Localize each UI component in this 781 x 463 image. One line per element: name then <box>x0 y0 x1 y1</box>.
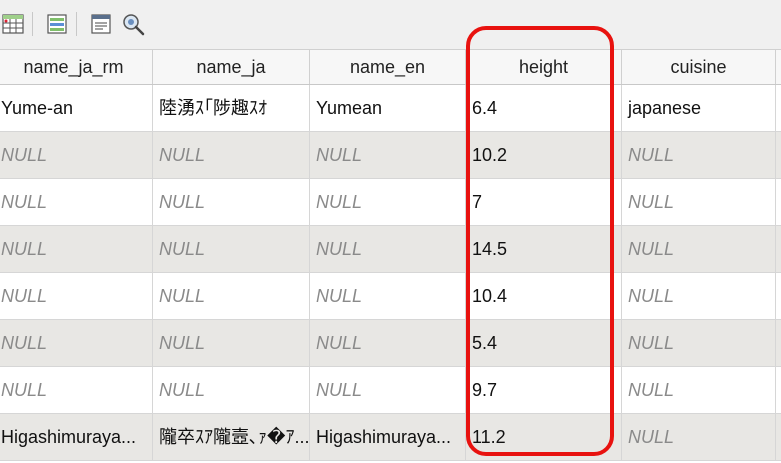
table-cell-partial[interactable] <box>776 273 781 320</box>
table-cell-height[interactable]: 14.5 <box>466 226 622 273</box>
conditional-format-button[interactable] <box>44 10 70 38</box>
table-cell-name-ja[interactable]: NULL <box>153 179 310 226</box>
table-cell-name-ja-rm[interactable]: NULL <box>0 132 153 179</box>
table-cell-partial[interactable] <box>776 414 781 461</box>
toolbar <box>0 0 781 49</box>
table-cell-cuisine[interactable]: NULL <box>622 367 776 414</box>
table-cell-name-ja[interactable]: NULL <box>153 273 310 320</box>
table-cell-name-en[interactable]: NULL <box>310 320 466 367</box>
field-calculator-icon <box>2 14 24 34</box>
form-view-icon <box>91 14 111 34</box>
table-cell-partial[interactable] <box>776 179 781 226</box>
table-cell-height[interactable]: 10.4 <box>466 273 622 320</box>
attribute-table: name_ja_rm name_ja name_en height cuisin… <box>0 49 781 461</box>
table-cell-height[interactable]: 6.4 <box>466 85 622 132</box>
column-header-name-en[interactable]: name_en <box>310 50 466 84</box>
column-header-name-ja-rm[interactable]: name_ja_rm <box>0 50 153 84</box>
table-cell-name-ja-rm[interactable]: NULL <box>0 226 153 273</box>
table-row[interactable]: NULL NULL NULL 10.2 NULL <box>0 132 781 179</box>
table-cell-partial[interactable] <box>776 320 781 367</box>
table-row[interactable]: Higashimuraya... 隴卒ｽｱ隴壼､ｧ�ｱ... Higashimura… <box>0 414 781 461</box>
table-cell-name-en[interactable]: Higashimuraya... <box>310 414 466 461</box>
table-row[interactable]: NULL NULL NULL 10.4 NULL <box>0 273 781 320</box>
table-cell-name-en[interactable]: NULL <box>310 132 466 179</box>
table-cell-cuisine[interactable]: NULL <box>622 273 776 320</box>
table-cell-name-ja-rm[interactable]: NULL <box>0 320 153 367</box>
field-calculator-button[interactable] <box>0 10 26 38</box>
toolbar-separator <box>32 12 33 36</box>
zoom-to-selection-icon <box>123 14 145 36</box>
attribute-table-window: name_ja_rm name_ja name_en height cuisin… <box>0 0 781 463</box>
table-cell-name-ja-rm[interactable]: NULL <box>0 273 153 320</box>
column-header-partial[interactable] <box>776 50 781 84</box>
table-cell-name-en[interactable]: NULL <box>310 367 466 414</box>
table-cell-partial[interactable] <box>776 85 781 132</box>
table-cell-name-en[interactable]: NULL <box>310 226 466 273</box>
table-cell-name-en[interactable]: Yumean <box>310 85 466 132</box>
table-cell-cuisine[interactable]: NULL <box>622 226 776 273</box>
table-row[interactable]: NULL NULL NULL 9.7 NULL <box>0 367 781 414</box>
conditional-format-icon <box>47 14 67 34</box>
form-view-button[interactable] <box>88 10 114 38</box>
table-cell-height[interactable]: 11.2 <box>466 414 622 461</box>
table-cell-height[interactable]: 9.7 <box>466 367 622 414</box>
table-cell-name-ja[interactable]: 陸湧ｽ｢陟趣ｽｵ <box>153 85 310 132</box>
table-cell-name-ja-rm[interactable]: NULL <box>0 367 153 414</box>
table-body: Yume-an 陸湧ｽ｢陟趣ｽｵ Yumean 6.4 japanese NULL NULL… <box>0 85 781 461</box>
table-cell-partial[interactable] <box>776 367 781 414</box>
table-cell-height[interactable]: 5.4 <box>466 320 622 367</box>
table-cell-partial[interactable] <box>776 226 781 273</box>
table-cell-cuisine[interactable]: NULL <box>622 132 776 179</box>
table-cell-name-ja[interactable]: 隴卒ｽｱ隴壼､ｧ�ｱ... <box>153 414 310 461</box>
table-cell-height[interactable]: 10.2 <box>466 132 622 179</box>
table-cell-cuisine[interactable]: NULL <box>622 320 776 367</box>
toolbar-separator <box>76 12 77 36</box>
table-cell-name-en[interactable]: NULL <box>310 273 466 320</box>
table-cell-name-ja[interactable]: NULL <box>153 320 310 367</box>
table-cell-name-en[interactable]: NULL <box>310 179 466 226</box>
table-cell-cuisine[interactable]: NULL <box>622 179 776 226</box>
table-cell-cuisine[interactable]: japanese <box>622 85 776 132</box>
table-cell-name-ja-rm[interactable]: Higashimuraya... <box>0 414 153 461</box>
table-row[interactable]: NULL NULL NULL 14.5 NULL <box>0 226 781 273</box>
zoom-to-selection-button[interactable] <box>120 10 146 38</box>
table-cell-partial[interactable] <box>776 132 781 179</box>
column-header-name-ja[interactable]: name_ja <box>153 50 310 84</box>
column-header-cuisine[interactable]: cuisine <box>622 50 776 84</box>
column-header-height[interactable]: height <box>466 50 622 84</box>
table-row[interactable]: Yume-an 陸湧ｽ｢陟趣ｽｵ Yumean 6.4 japanese <box>0 85 781 132</box>
table-cell-name-ja-rm[interactable]: NULL <box>0 179 153 226</box>
table-row[interactable]: NULL NULL NULL 7 NULL <box>0 179 781 226</box>
table-row[interactable]: NULL NULL NULL 5.4 NULL <box>0 320 781 367</box>
table-cell-height[interactable]: 7 <box>466 179 622 226</box>
table-header: name_ja_rm name_ja name_en height cuisin… <box>0 49 781 85</box>
table-cell-name-ja[interactable]: NULL <box>153 132 310 179</box>
table-cell-name-ja[interactable]: NULL <box>153 367 310 414</box>
table-cell-name-ja-rm[interactable]: Yume-an <box>0 85 153 132</box>
table-cell-cuisine[interactable]: NULL <box>622 414 776 461</box>
table-cell-name-ja[interactable]: NULL <box>153 226 310 273</box>
